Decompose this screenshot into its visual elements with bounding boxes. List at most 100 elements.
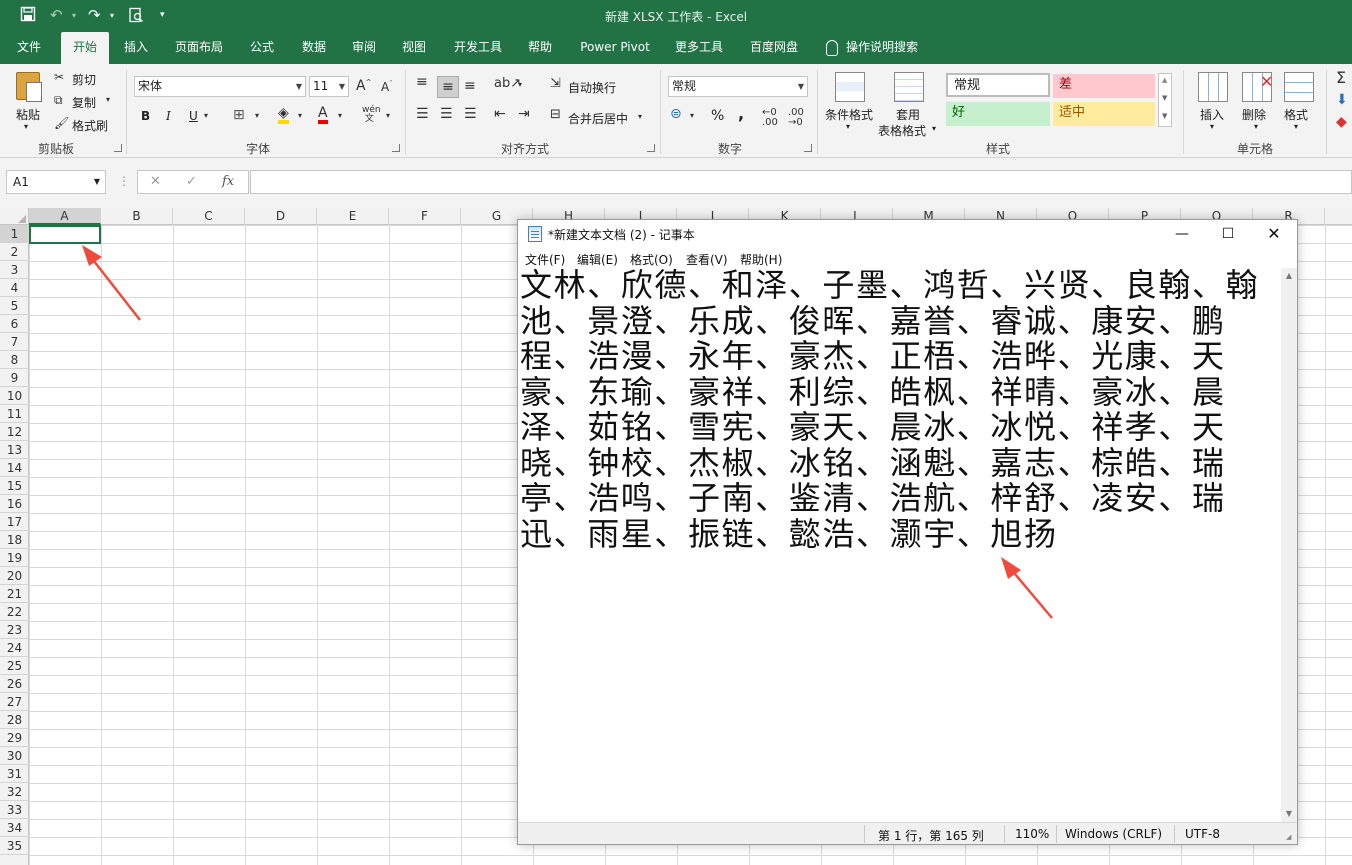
tab-developer[interactable]: 开发工具 — [446, 32, 510, 64]
font-color-dropdown-icon[interactable]: ▾ — [338, 111, 342, 120]
row-header[interactable]: 29 — [0, 729, 29, 747]
tab-view[interactable]: 视图 — [392, 32, 436, 64]
format-as-table-button[interactable]: 套用 表格格式 ▾ — [878, 70, 940, 138]
cancel-icon[interactable]: ✕ — [150, 174, 161, 189]
style-good[interactable]: 好 — [946, 102, 1050, 126]
row-header[interactable]: 35 — [0, 837, 29, 855]
fill-color-icon[interactable]: ◈ — [278, 106, 289, 124]
align-top-icon[interactable]: ≡ — [416, 74, 428, 90]
tab-page-layout[interactable]: 页面布局 — [167, 32, 231, 64]
minimize-button[interactable]: — — [1159, 220, 1205, 248]
tab-file[interactable]: 文件 — [6, 32, 52, 64]
tab-more-tools[interactable]: 更多工具 — [666, 32, 732, 64]
gallery-more-icon[interactable]: ▼ — [1162, 112, 1167, 120]
row-header[interactable]: 1 — [0, 225, 29, 243]
row-header[interactable]: 5 — [0, 297, 29, 315]
fill-icon[interactable]: ⬇ — [1336, 92, 1348, 108]
scroll-down-icon[interactable]: ▼ — [1281, 806, 1297, 822]
row-header[interactable]: 13 — [0, 441, 29, 459]
row-header[interactable]: 11 — [0, 405, 29, 423]
tab-review[interactable]: 审阅 — [342, 32, 386, 64]
select-all-button[interactable] — [0, 208, 29, 225]
increase-font-icon[interactable]: A^ — [356, 78, 371, 94]
row-header[interactable]: 33 — [0, 801, 29, 819]
maximize-button[interactable]: ☐ — [1205, 220, 1251, 248]
row-header[interactable]: 21 — [0, 585, 29, 603]
conditional-format-button[interactable]: 条件格式 ▾ — [822, 70, 876, 136]
tab-formulas[interactable]: 公式 — [240, 32, 284, 64]
row-header[interactable]: 26 — [0, 675, 29, 693]
tab-power-pivot[interactable]: Power Pivot — [572, 32, 658, 64]
scroll-up-icon[interactable]: ▲ — [1281, 268, 1297, 284]
number-launcher-icon[interactable] — [804, 144, 812, 152]
increase-decimal-icon[interactable]: ←0.00 — [762, 108, 778, 128]
scroll-down-icon[interactable]: ▼ — [1162, 94, 1167, 102]
menu-edit[interactable]: 编辑(E) — [577, 251, 618, 268]
row-header[interactable]: 9 — [0, 369, 29, 387]
percent-button[interactable]: % — [711, 108, 724, 124]
font-launcher-icon[interactable] — [392, 144, 400, 152]
formula-input[interactable] — [250, 170, 1352, 194]
row-header[interactable]: 32 — [0, 783, 29, 801]
enter-icon[interactable]: ✓ — [186, 174, 197, 189]
row-header[interactable]: 14 — [0, 459, 29, 477]
menu-help[interactable]: 帮助(H) — [740, 251, 782, 268]
accounting-dropdown-icon[interactable]: ▾ — [690, 111, 694, 120]
row-header[interactable]: 3 — [0, 261, 29, 279]
column-header[interactable]: D — [245, 208, 317, 225]
align-middle-icon[interactable]: ≡ — [437, 76, 459, 98]
fill-color-dropdown-icon[interactable]: ▾ — [298, 111, 302, 120]
align-right-icon[interactable]: ☰ — [464, 106, 477, 122]
bold-button[interactable]: B — [141, 109, 150, 123]
menu-format[interactable]: 格式(O) — [630, 251, 673, 268]
align-center-icon[interactable]: ☰ — [440, 106, 453, 122]
font-color-icon[interactable]: A — [318, 106, 328, 124]
tab-insert[interactable]: 插入 — [113, 32, 159, 64]
orientation-dropdown-icon[interactable]: ▾ — [518, 80, 522, 89]
align-bottom-icon[interactable]: ≡ — [464, 78, 476, 94]
decrease-font-icon[interactable]: Aˇ — [381, 80, 393, 94]
row-header[interactable]: 24 — [0, 639, 29, 657]
italic-button[interactable]: I — [166, 109, 171, 123]
underline-button[interactable]: U — [189, 109, 198, 123]
row-header[interactable]: 23 — [0, 621, 29, 639]
notepad-text-area[interactable]: 文林、欣德、和泽、子墨、鸿哲、兴贤、良翰、翰池、景澄、乐成、俊晖、嘉誉、睿诚、康… — [519, 268, 1281, 822]
menu-view[interactable]: 查看(V) — [686, 251, 728, 268]
row-header[interactable]: 20 — [0, 567, 29, 585]
column-header[interactable]: E — [317, 208, 389, 225]
vertical-scrollbar[interactable]: ▲ ▼ — [1281, 268, 1297, 822]
menu-file[interactable]: 文件(F) — [525, 251, 565, 268]
row-header[interactable]: 31 — [0, 765, 29, 783]
row-header[interactable]: 16 — [0, 495, 29, 513]
clipboard-launcher-icon[interactable] — [114, 144, 122, 152]
notepad-title-bar[interactable]: *新建文本文档 (2) - 记事本 — ☐ ✕ — [518, 220, 1297, 248]
notepad-window[interactable]: *新建文本文档 (2) - 记事本 — ☐ ✕ 文件(F) 编辑(E) 格式(O… — [517, 219, 1298, 845]
styles-gallery-scroll[interactable]: ▲ ▼ ▼ — [1158, 73, 1172, 127]
row-header[interactable]: 8 — [0, 351, 29, 369]
name-box[interactable]: A1 ▼ — [6, 170, 106, 194]
row-header[interactable]: 27 — [0, 693, 29, 711]
format-cells-button[interactable]: 格式 ▾ — [1280, 70, 1320, 136]
row-header[interactable]: 7 — [0, 333, 29, 351]
accounting-icon[interactable]: ⊜ — [670, 106, 682, 122]
phonetic-icon[interactable]: wén 文 — [362, 106, 381, 124]
increase-indent-icon[interactable]: ⇥ — [518, 106, 530, 122]
row-header[interactable]: 30 — [0, 747, 29, 765]
tell-me-search[interactable]: 操作说明搜索 — [846, 32, 936, 64]
row-header[interactable]: 18 — [0, 531, 29, 549]
resize-grip-icon[interactable]: ◢ — [1286, 833, 1291, 841]
row-header[interactable]: 15 — [0, 477, 29, 495]
tab-baidu-netdisk[interactable]: 百度网盘 — [742, 32, 806, 64]
column-header[interactable]: F — [389, 208, 461, 225]
comma-button[interactable]: , — [738, 104, 744, 123]
row-header[interactable]: 10 — [0, 387, 29, 405]
alignment-launcher-icon[interactable] — [647, 144, 655, 152]
font-name-combo[interactable]: 宋体 ▼ — [134, 76, 306, 97]
row-header[interactable]: 34 — [0, 819, 29, 837]
row-header[interactable]: 6 — [0, 315, 29, 333]
scroll-up-icon[interactable]: ▲ — [1162, 76, 1167, 84]
row-header[interactable]: 28 — [0, 711, 29, 729]
number-format-combo[interactable]: 常规 ▼ — [668, 76, 808, 97]
row-header[interactable]: 22 — [0, 603, 29, 621]
align-left-icon[interactable]: ☰ — [416, 106, 429, 122]
